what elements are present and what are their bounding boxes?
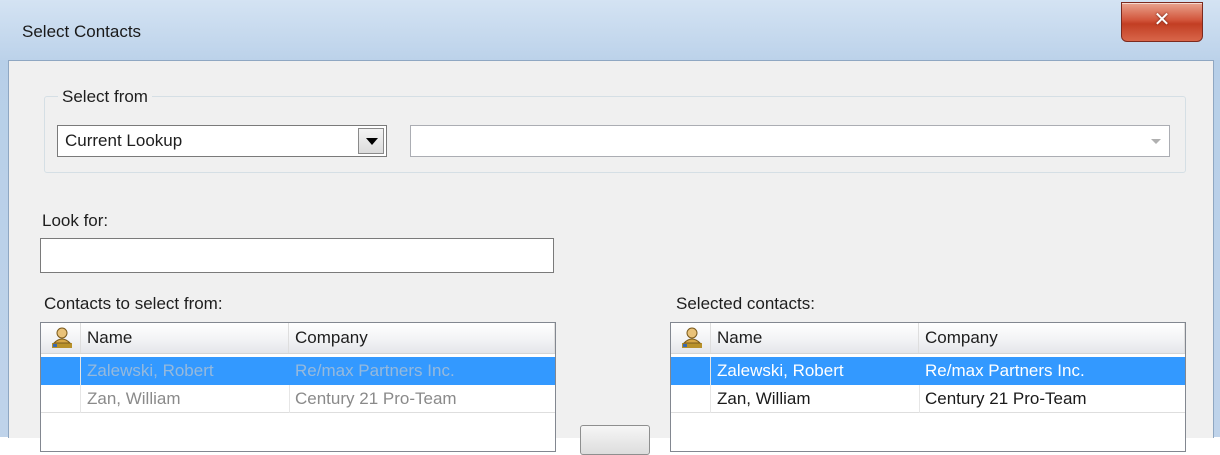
list-item[interactable]: Zalewski, Robert Re/max Partners Inc. (671, 357, 1185, 385)
list-header: Name Company (41, 323, 555, 354)
contact-company: Re/max Partners Inc. (295, 361, 455, 380)
title-bar[interactable]: Select Contacts ✕ (0, 0, 1220, 60)
add-contact-button[interactable] (580, 425, 650, 455)
look-for-input[interactable] (40, 238, 554, 273)
source-select[interactable]: Current Lookup (57, 125, 387, 157)
window-title: Select Contacts (22, 22, 142, 41)
column-header-name-label: Name (717, 328, 763, 347)
source-select-dropdown-button[interactable] (358, 128, 384, 154)
contact-person-icon (52, 327, 72, 348)
row-icon-cell (671, 385, 711, 413)
source-select-value: Current Lookup (65, 131, 183, 150)
select-from-label: Select from (58, 87, 152, 107)
column-header-company[interactable]: Company (919, 323, 1185, 353)
column-header-company-label: Company (925, 328, 998, 347)
column-header-name[interactable]: Name (81, 323, 289, 353)
contact-name: Zan, William (87, 389, 181, 408)
list-header: Name Company (671, 323, 1185, 354)
contact-name: Zalewski, Robert (87, 361, 214, 380)
column-header-company-label: Company (295, 328, 368, 347)
list-item[interactable]: Zan, William Century 21 Pro-Team (671, 385, 1185, 413)
chevron-down-icon (366, 138, 378, 145)
row-icon-cell (41, 385, 81, 413)
contact-company: Century 21 Pro-Team (925, 389, 1087, 408)
column-header-name[interactable]: Name (711, 323, 919, 353)
row-icon-cell (671, 357, 711, 385)
selected-contacts-list[interactable]: Name Company Zalewski, Robert Re/max Par… (670, 322, 1186, 452)
contact-person-icon (682, 327, 702, 348)
contact-name: Zalewski, Robert (717, 361, 844, 380)
column-header-icon[interactable] (41, 323, 81, 353)
column-divider (919, 385, 920, 413)
secondary-select[interactable] (410, 125, 1170, 157)
column-header-company[interactable]: Company (289, 323, 555, 353)
column-divider (289, 385, 290, 413)
selected-contacts-label: Selected contacts: (676, 294, 815, 313)
secondary-select-dropdown-button[interactable] (1145, 129, 1167, 153)
contact-name: Zan, William (717, 389, 811, 408)
list-item[interactable]: Zan, William Century 21 Pro-Team (41, 385, 555, 413)
dialog-window: Select Contacts ✕ Select from Current Lo… (0, 0, 1220, 455)
contacts-to-select-list[interactable]: Name Company Zalewski, Robert Re/max Par… (40, 322, 556, 452)
column-header-name-label: Name (87, 328, 133, 347)
contact-company: Century 21 Pro-Team (295, 389, 457, 408)
column-header-icon[interactable] (671, 323, 711, 353)
chevron-down-icon (1151, 139, 1161, 144)
list-item[interactable]: Zalewski, Robert Re/max Partners Inc. (41, 357, 555, 385)
close-icon: ✕ (1153, 7, 1171, 31)
contacts-to-select-label: Contacts to select from: (44, 294, 223, 313)
row-icon-cell (41, 357, 81, 385)
contact-company: Re/max Partners Inc. (925, 361, 1085, 380)
close-button[interactable]: ✕ (1121, 2, 1203, 42)
look-for-label: Look for: (42, 211, 109, 230)
